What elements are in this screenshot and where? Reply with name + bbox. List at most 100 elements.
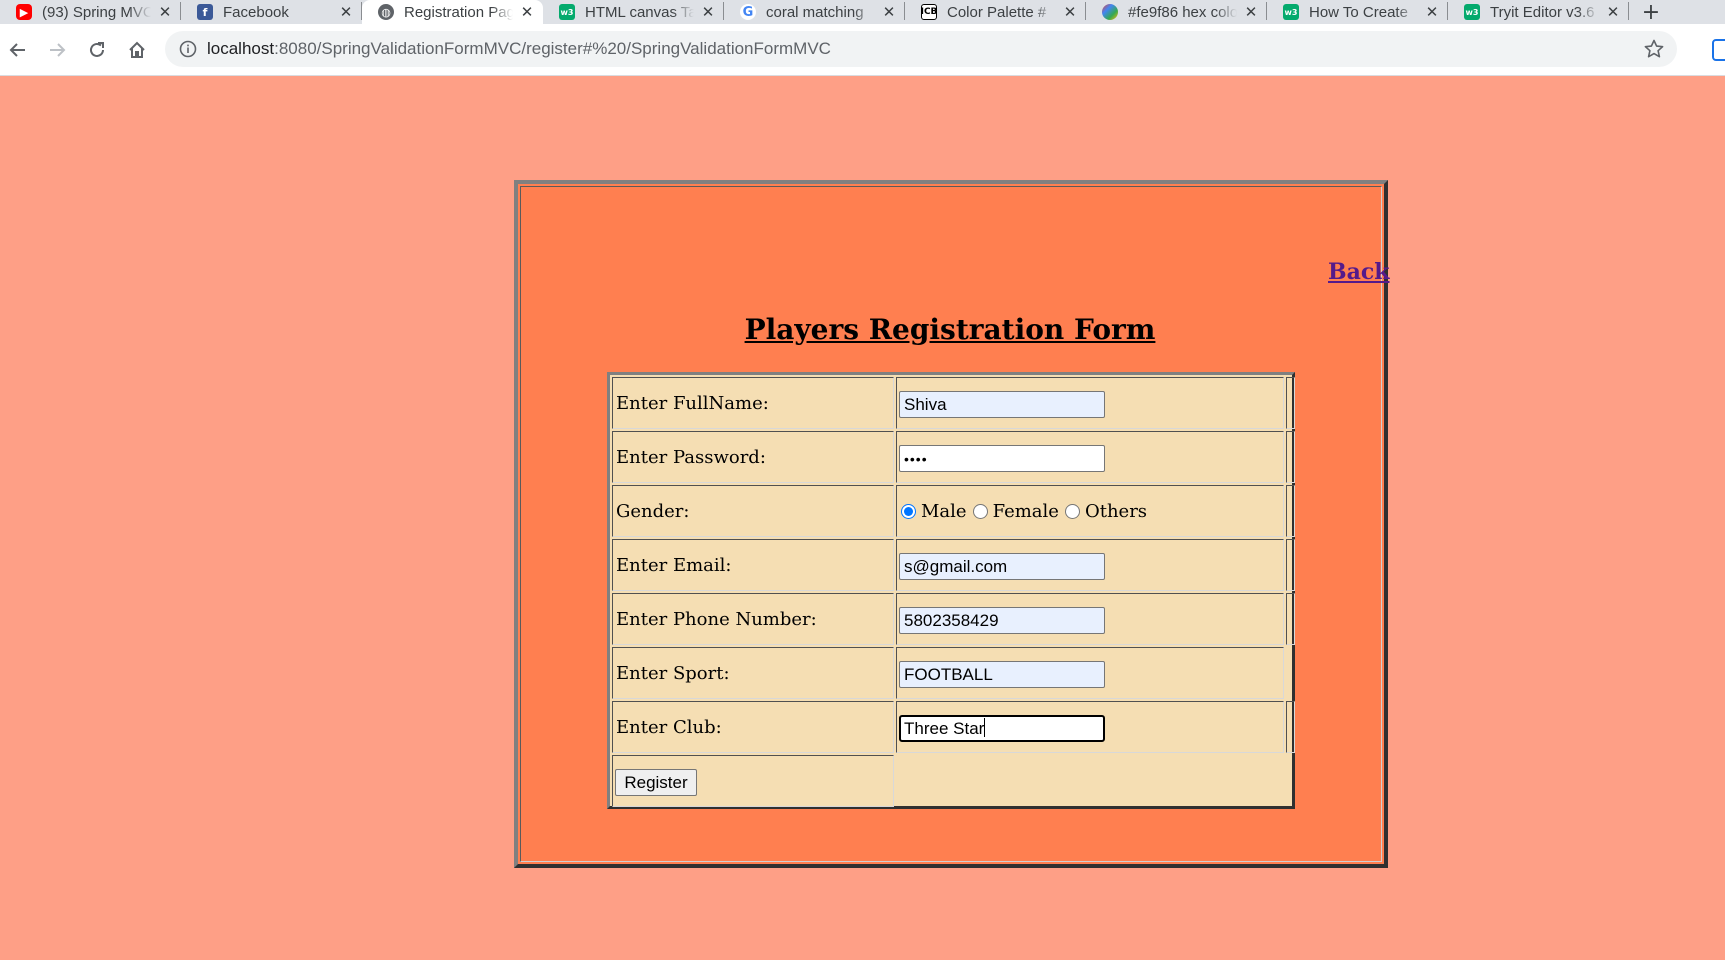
tab-html-canvas[interactable]: w3 HTML canvas Tag ✕	[543, 0, 724, 24]
w3schools-icon: w3	[1283, 4, 1299, 20]
home-icon	[129, 41, 145, 58]
label-cell: Enter Sport:	[612, 647, 894, 699]
tab-how-to-create[interactable]: w3 How To Create ✕	[1267, 0, 1448, 24]
tab-registration[interactable]: ◍ Registration Page ✕	[362, 0, 543, 24]
tab-title: (93) Spring MVC	[42, 3, 151, 21]
email-input[interactable]: s@gmail.com	[899, 553, 1105, 580]
gender-option-label[interactable]: Others	[1085, 501, 1147, 522]
close-icon[interactable]: ✕	[700, 3, 716, 21]
gender-option-label[interactable]: Female	[993, 501, 1059, 522]
club-input[interactable]: Three Star	[899, 715, 1105, 742]
close-icon[interactable]: ✕	[1062, 3, 1078, 21]
address-bar[interactable]: localhost:8080/SpringValidationFormMVC/r…	[165, 31, 1677, 67]
text-caret	[984, 718, 986, 737]
tab-title: Color Palette #	[947, 3, 1047, 21]
back-button[interactable]	[6, 38, 30, 62]
gender-option-label[interactable]: Male	[921, 501, 967, 522]
password-input[interactable]: ••••	[899, 445, 1105, 472]
error-cell	[1286, 539, 1295, 591]
youtube-icon: ▶	[16, 4, 32, 20]
gender-radio-others[interactable]	[1064, 504, 1080, 519]
tab-coral-matching[interactable]: G coral matching ✕	[724, 0, 905, 24]
globe-icon: ◍	[378, 4, 394, 20]
reload-icon	[90, 42, 104, 57]
tab-title: coral matching	[766, 3, 864, 21]
colorhexa-icon	[1102, 4, 1118, 20]
icb-icon: ICB	[921, 4, 937, 20]
value-cell: Three Star	[896, 701, 1284, 753]
club-label: Enter Club:	[616, 717, 722, 738]
arrow-right-icon	[50, 43, 66, 57]
phone-label: Enter Phone Number:	[616, 609, 817, 630]
tab-strip: ▶ (93) Spring MVC ✕ f Facebook ✕ ◍ Regis…	[0, 0, 1725, 25]
label-cell: Enter Club:	[612, 701, 894, 753]
tab-facebook[interactable]: f Facebook ✕	[181, 0, 362, 24]
password-mask: ••••	[904, 451, 928, 467]
close-icon[interactable]: ✕	[1243, 3, 1259, 21]
register-button[interactable]: Register	[615, 769, 697, 796]
star-icon[interactable]	[1643, 38, 1665, 60]
sport-label: Enter Sport:	[616, 663, 730, 684]
error-cell	[1286, 485, 1295, 537]
label-cell: Enter Phone Number:	[612, 593, 894, 645]
url-path: :8080/SpringValidationFormMVC/register#%…	[274, 39, 831, 58]
close-icon[interactable]: ✕	[1424, 3, 1440, 21]
value-cell: s@gmail.com	[896, 539, 1284, 591]
sport-input[interactable]: FOOTBALL	[899, 661, 1105, 688]
email-label: Enter Email:	[616, 555, 732, 576]
value-cell: Shiva	[896, 377, 1284, 429]
close-icon[interactable]: ✕	[338, 3, 354, 21]
browser-toolbar: localhost:8080/SpringValidationFormMVC/r…	[0, 24, 1725, 76]
fullname-label: Enter FullName:	[616, 393, 769, 414]
extension-icon[interactable]	[1712, 39, 1725, 61]
arrow-left-icon	[9, 43, 25, 57]
close-icon[interactable]: ✕	[157, 3, 173, 21]
gender-radio-group: Male Female Others	[901, 501, 1153, 522]
back-link[interactable]: Back	[1328, 259, 1390, 285]
facebook-icon: f	[197, 4, 213, 20]
registration-form-table: Enter FullName: Shiva Enter Password: ••…	[607, 372, 1295, 809]
google-icon: G	[740, 4, 756, 20]
tab-title: Tryit Editor v3.6	[1490, 3, 1595, 21]
close-icon[interactable]: ✕	[1605, 3, 1621, 21]
label-cell: Enter Password:	[612, 431, 894, 483]
club-input-value: Three Star	[904, 719, 985, 738]
label-cell: Enter FullName:	[612, 377, 894, 429]
tab-title: #fe9f86 hex color	[1128, 3, 1237, 21]
tab-title: How To Create	[1309, 3, 1408, 21]
forward-button[interactable]	[45, 38, 69, 62]
value-cell: ••••	[896, 431, 1284, 483]
info-icon[interactable]	[179, 40, 197, 58]
url-host: localhost	[207, 39, 275, 58]
label-cell: Enter Email:	[612, 539, 894, 591]
tab-hex-color[interactable]: #fe9f86 hex color ✕	[1086, 0, 1267, 24]
gender-label: Gender:	[616, 501, 690, 522]
value-cell: Male Female Others	[896, 485, 1284, 537]
error-cell	[1286, 431, 1295, 483]
close-icon[interactable]: ✕	[881, 3, 897, 21]
phone-input[interactable]: 5802358429	[899, 607, 1105, 634]
gender-radio-female[interactable]	[972, 504, 988, 519]
error-cell	[1286, 377, 1295, 429]
tab-tryit-editor[interactable]: w3 Tryit Editor v3.6 ✕	[1448, 0, 1629, 24]
tab-title: Facebook	[223, 3, 289, 21]
home-button[interactable]	[125, 38, 149, 62]
plus-icon: +	[1641, 0, 1661, 25]
tab-title: Registration Page	[404, 3, 513, 21]
page-title: Players Registration Form	[744, 313, 1156, 346]
w3schools-icon: w3	[1464, 4, 1480, 20]
value-cell: 5802358429	[896, 593, 1284, 645]
reload-button[interactable]	[85, 38, 109, 62]
tab-title: HTML canvas Tag	[585, 3, 694, 21]
new-tab-button[interactable]: +	[1629, 0, 1673, 25]
close-icon[interactable]: ✕	[519, 3, 535, 21]
url-text[interactable]: localhost:8080/SpringValidationFormMVC/r…	[207, 39, 831, 59]
fullname-input[interactable]: Shiva	[899, 391, 1105, 418]
tab-youtube[interactable]: ▶ (93) Spring MVC ✕	[0, 0, 181, 24]
password-label: Enter Password:	[616, 447, 766, 468]
error-cell	[1286, 593, 1295, 645]
gender-radio-male[interactable]	[901, 504, 916, 519]
error-cell	[1286, 701, 1295, 753]
w3schools-icon: w3	[559, 4, 575, 20]
tab-color-palette[interactable]: ICB Color Palette # ✕	[905, 0, 1086, 24]
